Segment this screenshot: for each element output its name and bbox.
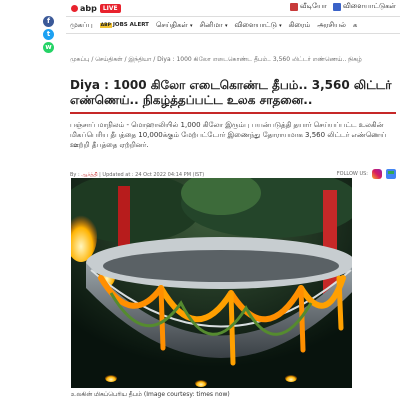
chevron-down-icon: ▾ [279,22,282,29]
video-icon [289,2,298,11]
google-news-icon[interactable] [386,169,396,179]
nav-more[interactable]: க [353,21,357,30]
image-caption: உலகின் மிகப்பெரிய தீபம் (Image courtesy:… [71,391,230,398]
twitter-icon[interactable]: t [43,29,54,40]
nav-crime[interactable]: கிரைம் [289,21,311,30]
abp-logo[interactable]: abp LIVE [71,2,121,14]
article-summary: பஞ்சாப் மாநிலம் - மொஹாலியில் 1,000 கிலோ … [70,121,387,149]
article-headline: Diya : 1000 கிலோ எடைகொண்ட தீபம்.. 3,560 … [70,78,392,107]
live-badge[interactable]: LIVE [99,3,121,13]
jobs-logo: ABP [99,22,112,28]
chevron-down-icon: ▾ [190,22,193,29]
article-image [71,178,352,388]
logo-mark-icon [71,4,78,12]
facebook-icon[interactable]: f [43,16,54,27]
nav-news[interactable]: செய்திகள் ▾ [156,21,193,30]
games-icon [332,2,341,11]
nav-sports-label: விளையாட்டு [234,20,277,29]
whatsapp-icon[interactable]: w [43,42,54,53]
nav-news-label: செய்திகள் [155,20,188,29]
breadcrumb[interactable]: முகப்பு / செய்திகள் / இந்தியா / Diya : 1… [66,56,400,64]
games-link[interactable]: விளையாட்டுகள் [332,2,396,11]
diya-photo [71,178,352,388]
jobs-label: JOBS ALERT [112,22,149,28]
video-label: வீடியோ [299,2,327,10]
headline-divider [70,112,396,114]
nav-jobs-alert[interactable]: ABP JOBS ALERT [99,22,149,28]
logo-text: abp [80,3,97,13]
games-label: விளையாட்டுகள் [342,2,396,10]
top-bar: abp LIVE வீடியோ விளையாட்டுகள் [66,0,400,16]
nav-politics[interactable]: அரசியல் [317,21,346,30]
top-right-links: வீடியோ விளையாட்டுகள் [289,2,396,11]
nav-cinema-label: சினிமா [199,20,223,29]
chevron-down-icon: ▾ [224,22,228,29]
nav-home[interactable]: முகப்பு [70,21,93,30]
nav-cinema[interactable]: சினிமா ▾ [200,21,228,30]
nav-sports[interactable]: விளையாட்டு ▾ [234,21,281,30]
main-nav: முகப்பு ABP JOBS ALERT செய்திகள் ▾ சினிம… [66,16,400,34]
follow-label: FOLLOW US: [336,171,368,177]
video-link[interactable]: வீடியோ [289,2,327,11]
instagram-icon[interactable] [372,169,382,179]
